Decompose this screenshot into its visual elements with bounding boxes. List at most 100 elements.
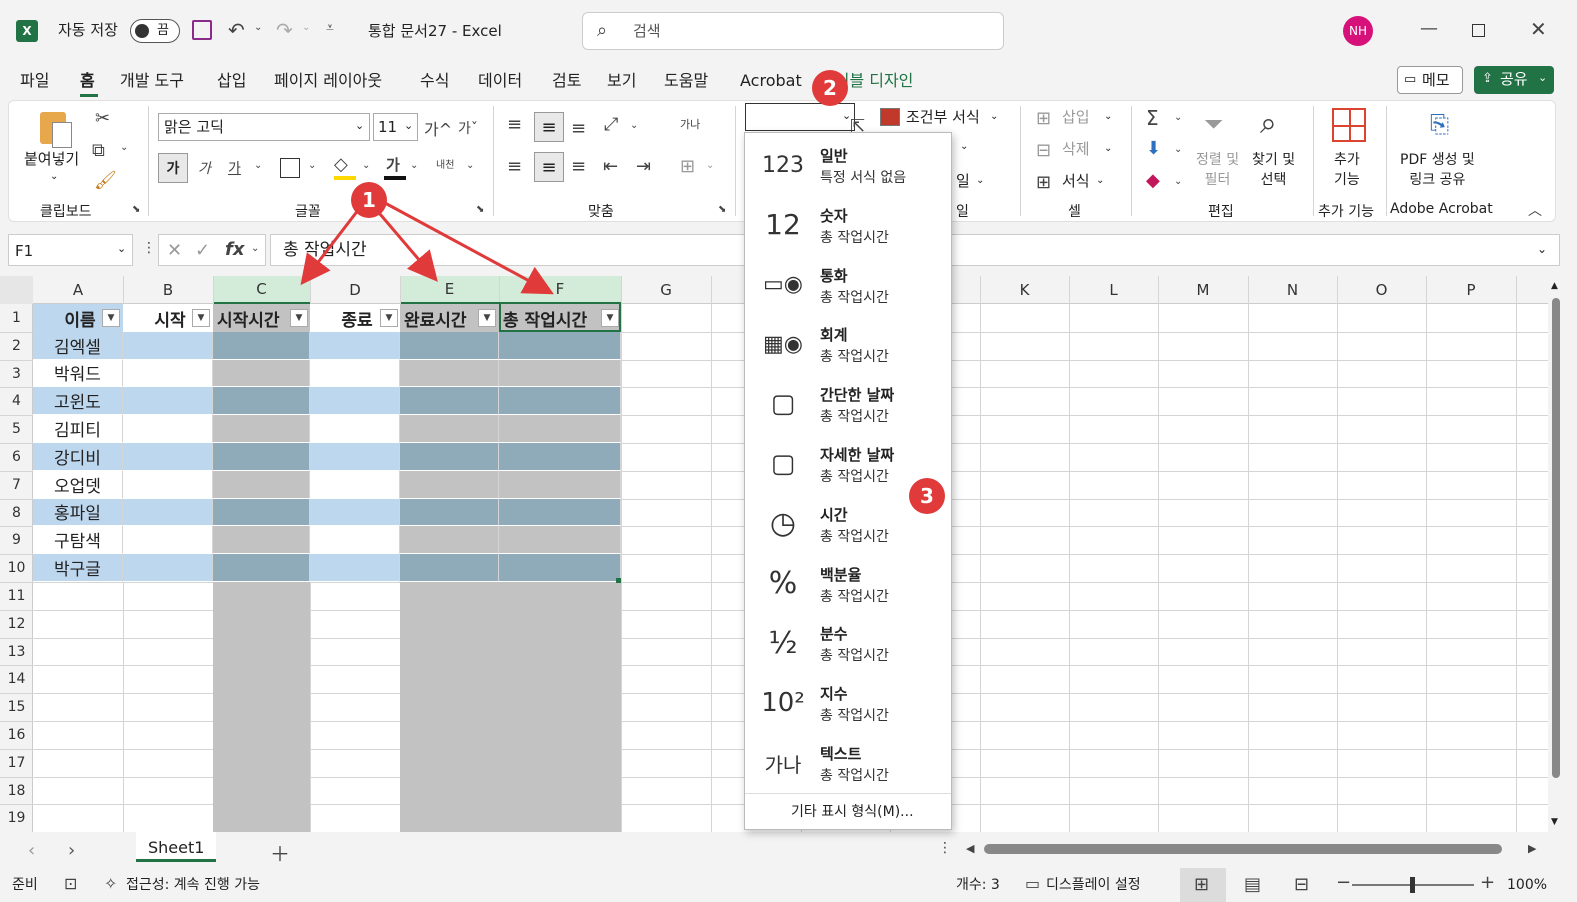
align-top-icon[interactable]: ≡ [507,114,522,135]
cut-icon[interactable]: ✂ [95,108,110,129]
row-header-16[interactable]: 16 [0,727,33,743]
table-cell[interactable] [499,554,621,582]
save-icon[interactable] [192,20,212,40]
more-number-formats-item[interactable]: 기타 표시 형식(M)... [791,805,914,819]
page-layout-view-icon[interactable]: ▤ [1244,874,1261,895]
column-header-e[interactable]: E [400,276,499,304]
table-cell[interactable] [499,387,621,416]
find-select-button[interactable]: 찾기 및 선택 [1252,150,1295,190]
sort-filter-icon[interactable]: ⏷ [1204,110,1223,138]
column-header-c[interactable]: C [213,276,310,304]
table-cell[interactable] [213,359,310,388]
filter-dropdown-icon[interactable]: ▼ [102,309,120,327]
align-bottom-icon[interactable]: ≡ [571,118,586,139]
conditional-format-icon[interactable] [880,108,900,126]
row-header-19[interactable]: 19 [0,810,33,826]
table-cell[interactable] [499,443,621,471]
table-cell[interactable] [400,526,499,555]
select-all-corner[interactable] [0,276,33,304]
pdf-create-icon[interactable]: ⎘ [1430,110,1449,138]
prev-sheet-icon[interactable]: ‹ [28,840,35,861]
table-cell[interactable] [310,470,400,499]
tab-acrobat[interactable]: Acrobat [740,70,802,92]
format-cells-button[interactable]: 서식 [1062,174,1090,189]
column-header-m[interactable]: M [1158,276,1248,304]
align-right-icon[interactable]: ≡ [571,156,586,177]
autosave-toggle[interactable]: 끔 [130,19,180,43]
scroll-down-icon[interactable]: ▼ [1551,818,1558,827]
row-header-7[interactable]: 7 [0,477,33,493]
row-header-18[interactable]: 18 [0,783,33,799]
name-cell[interactable]: 고윈도 [33,387,123,416]
table-cell[interactable] [310,331,400,360]
column-header-o[interactable]: O [1337,276,1426,304]
scroll-left-icon[interactable]: ◀ [966,842,974,855]
tab-view[interactable]: 보기 [607,70,636,92]
insert-cells-button[interactable]: 삽입 [1062,110,1090,125]
tab-help[interactable]: 도움말 [664,70,708,92]
clear-icon[interactable]: ◆ [1146,170,1160,191]
table-cell[interactable] [310,443,400,471]
next-sheet-icon[interactable]: › [68,840,75,861]
tab-insert[interactable]: 삽입 [217,70,246,92]
column-header-f[interactable]: F [499,276,621,304]
fill-color-icon[interactable]: ◇ [334,154,348,175]
fill-handle[interactable] [616,578,621,583]
enter-check-icon[interactable]: ✓ [195,240,210,261]
page-break-view-icon[interactable]: ⊟ [1294,874,1309,895]
bold-button[interactable]: 가 [158,153,188,183]
zoom-slider-thumb[interactable] [1410,877,1415,893]
name-cell[interactable]: 김피티 [33,415,123,443]
wrap-text-icon[interactable]: 가나 [680,116,700,132]
row-header-12[interactable]: 12 [0,616,33,632]
delete-cells-icon[interactable]: ⊟ [1036,140,1051,161]
user-avatar[interactable]: NH [1343,16,1373,46]
share-button[interactable]: ⇪ 공유 ⌄ [1474,66,1554,94]
table-cell[interactable] [123,498,213,527]
table-cell[interactable] [499,415,621,443]
font-size-select[interactable]: 11 ⌄ [373,113,418,141]
column-header-b[interactable]: B [123,276,213,304]
tab-data[interactable]: 데이터 [478,70,522,92]
tab-home[interactable]: 홈 [80,70,95,92]
orientation-icon[interactable]: ⤢ [604,114,618,135]
table-cell[interactable] [213,331,310,360]
table-cell[interactable] [123,331,213,360]
column-header-a[interactable]: A [33,276,123,304]
filter-dropdown-icon[interactable]: ▼ [380,309,398,327]
addins-button[interactable]: 추가 기능 [1334,150,1360,190]
copy-icon[interactable]: ⧉ [92,140,105,161]
table-cell[interactable] [213,443,310,471]
row-header-10[interactable]: 10 [0,560,33,576]
undo-dropdown-icon[interactable]: ⌄ [254,22,262,33]
table-cell[interactable] [123,526,213,555]
undo-icon[interactable]: ↶ [228,18,245,42]
display-settings-button[interactable]: 디스플레이 설정 [1046,878,1141,892]
font-launcher-icon[interactable]: ⬊ [476,204,484,215]
table-cell[interactable] [400,359,499,388]
increase-indent-icon[interactable]: ⇥ [636,156,651,177]
insert-cells-icon[interactable]: ⊞ [1036,108,1051,129]
tab-split-icon[interactable]: ⋮ [938,840,952,856]
redo-icon[interactable]: ↷ [276,18,293,42]
borders-icon[interactable] [280,158,300,178]
column-header-k[interactable]: K [980,276,1069,304]
table-cell[interactable] [499,359,621,388]
name-cell[interactable]: 강디비 [33,443,123,471]
zoom-in-icon[interactable]: + [1480,872,1495,893]
table-cell[interactable] [213,526,310,555]
table-cell[interactable] [400,415,499,443]
format-painter-icon[interactable]: 🖌 [94,170,117,191]
autosum-icon[interactable]: Σ [1146,106,1159,130]
cell-styles-button-partial[interactable]: 일 [956,174,970,189]
font-color-icon[interactable]: 가 [386,154,400,175]
number-format-item[interactable]: ½ 분수 총 작업시간 [745,613,951,673]
memo-button[interactable]: ▭ 메모 [1397,66,1463,94]
table-cell[interactable] [123,359,213,388]
zoom-level[interactable]: 100% [1507,878,1547,892]
conditional-format-button[interactable]: 조건부 서식 [906,110,980,125]
row-header-15[interactable]: 15 [0,699,33,715]
scroll-up-icon[interactable]: ▲ [1551,282,1558,291]
table-cell[interactable] [213,387,310,416]
number-format-item[interactable]: ▭◉ 통화 총 작업시간 [745,255,951,315]
